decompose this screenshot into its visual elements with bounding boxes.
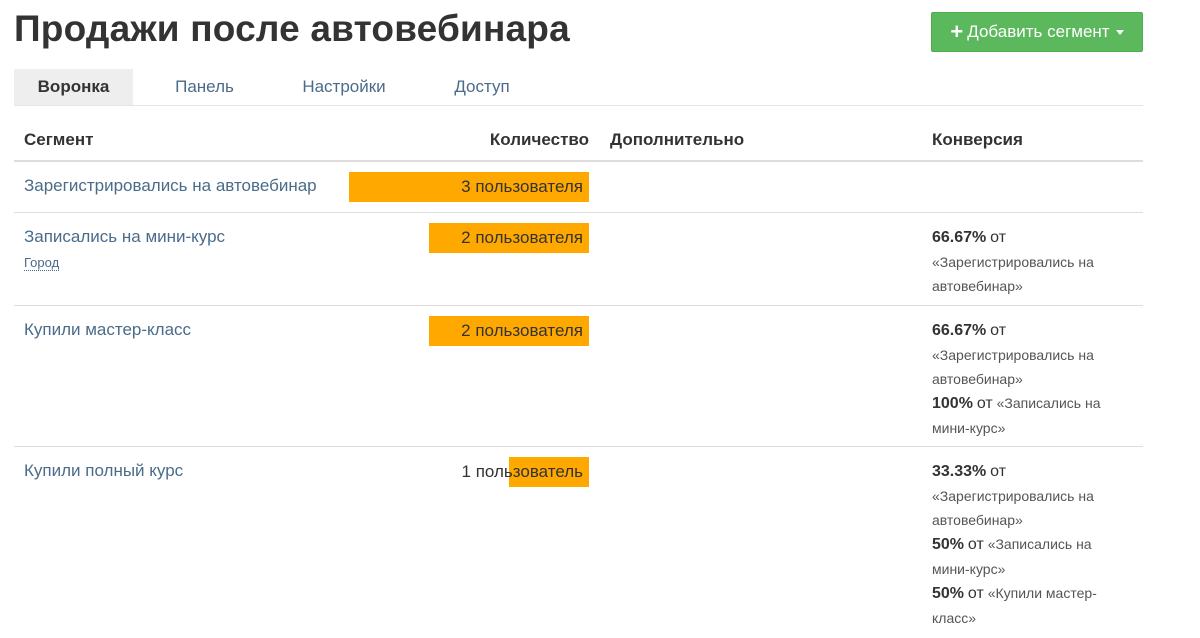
conversion-percent: 50% [932,536,965,553]
tabs-bar: Воронка Панель Настройки Доступ [14,69,1143,106]
segment-link[interactable]: Купили полный курс [24,461,183,481]
tab-settings[interactable]: Настройки [276,69,412,105]
tab-panel[interactable]: Панель [133,69,276,105]
conversion-cell: 66.67% от «Зарегистрировались на автовеб… [932,318,1132,440]
table-row: Купили полный курс 1 пользователь 33.33%… [14,447,1143,638]
count-cell: 3 пользователя [349,172,589,202]
conversion-entry: 50% от «Записались на мини-курс» [932,532,1132,581]
count-text: 1 пользователь [461,462,583,481]
segment-link[interactable]: Записались на мини-курс [24,227,225,247]
table-header: Сегмент Количество Дополнительно Конверс… [14,106,1143,162]
count-text: 2 пользователя [461,321,583,340]
conversion-entry: 100% от «Записались на мини-курс» [932,391,1132,440]
header-additional: Дополнительно [610,130,745,149]
conversion-from: от [967,536,984,553]
conversion-from: от [990,322,1007,339]
add-segment-label: Добавить сегмент [967,22,1110,41]
conversion-from: от [990,229,1007,246]
tab-funnel[interactable]: Воронка [14,69,133,105]
conversion-percent: 50% [932,585,965,602]
conversion-percent: 100% [932,395,973,412]
table-row: Записались на мини-курс Город 2 пользова… [14,213,1143,306]
conversion-cell: 66.67% от «Зарегистрировались на автовеб… [932,225,1132,298]
header-conversion: Конверсия [932,130,1023,149]
conversion-from: от [976,395,993,412]
segment-link[interactable]: Зарегистрировались на автовебинар [24,176,317,196]
add-segment-button[interactable]: + Добавить сегмент [931,12,1143,52]
conversion-percent: 66.67% [932,322,987,339]
conversion-from: от [967,585,984,602]
count-cell: 1 пользователь [349,457,589,487]
table-row: Купили мастер-класс 2 пользователя 66.67… [14,306,1143,447]
count-text: 2 пользователя [461,228,583,247]
plus-icon: + [950,19,964,44]
conversion-target: «Зарегистрировались на автовебинар» [932,347,1094,387]
conversion-from: от [990,463,1007,480]
table-row: Зарегистрировались на автовебинар 3 поль… [14,162,1143,213]
count-cell: 2 пользователя [349,316,589,346]
conversion-percent: 33.33% [932,463,987,480]
conversion-entry: 50% от «Купили мастер-класс» [932,581,1132,630]
conversion-percent: 66.67% [932,229,987,246]
tab-access[interactable]: Доступ [412,69,552,105]
city-link[interactable]: Город [24,255,60,271]
conversion-entry: 66.67% от «Зарегистрировались на автовеб… [932,318,1132,391]
header-segment: Сегмент [24,130,94,149]
caret-down-icon [1115,29,1124,35]
conversion-cell: 33.33% от «Зарегистрировались на автовеб… [932,459,1132,630]
header-count: Количество [489,130,589,149]
count-cell: 2 пользователя [349,223,589,253]
conversion-entry: 66.67% от «Зарегистрировались на автовеб… [932,225,1132,298]
page-title: Продажи после автовебинара [14,8,570,49]
segment-link[interactable]: Купили мастер-класс [24,320,191,340]
count-text: 3 пользователя [461,177,583,196]
conversion-target: «Зарегистрировались на автовебинар» [932,488,1094,528]
conversion-entry: 33.33% от «Зарегистрировались на автовеб… [932,459,1132,532]
conversion-target: «Зарегистрировались на автовебинар» [932,254,1094,294]
